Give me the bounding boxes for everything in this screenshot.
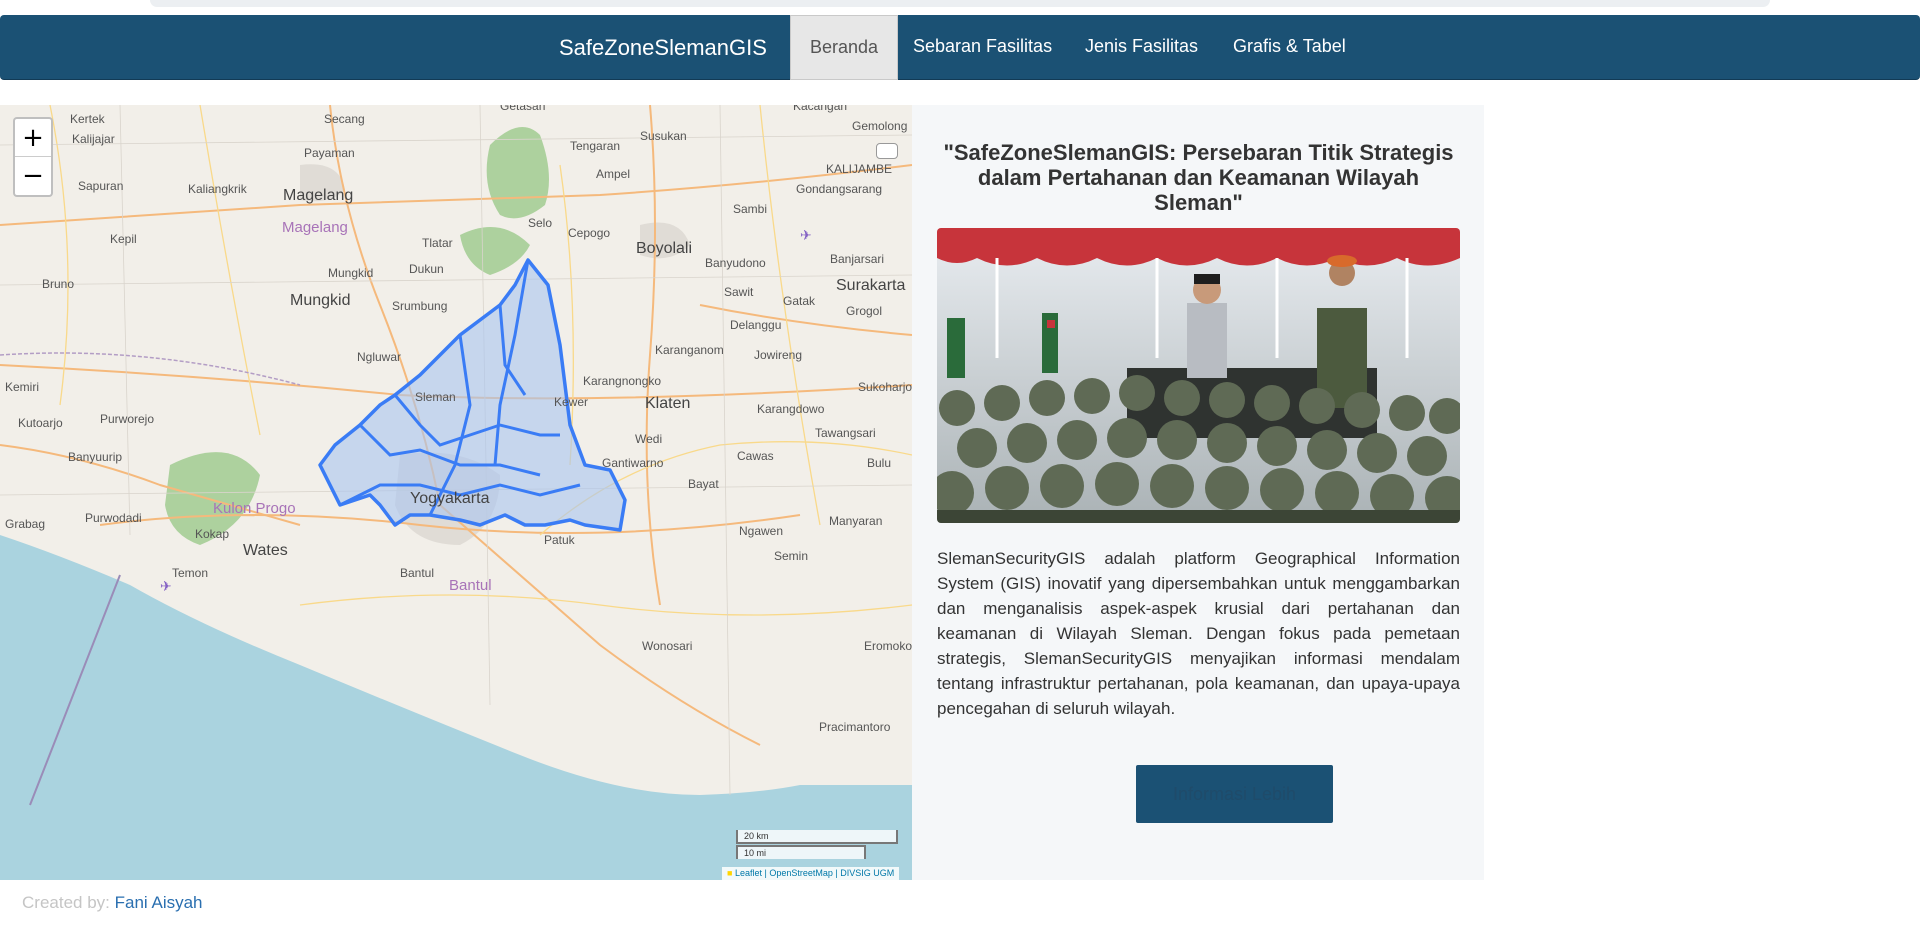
- panel-title: "SafeZoneSlemanGIS: Persebaran Titik Str…: [943, 140, 1454, 215]
- svg-text:Dukun: Dukun: [409, 262, 444, 276]
- svg-text:Wedi: Wedi: [635, 432, 662, 446]
- nav-item-beranda[interactable]: Beranda: [790, 15, 899, 80]
- svg-text:Banyudono: Banyudono: [705, 256, 766, 270]
- svg-text:Delanggu: Delanggu: [730, 318, 781, 332]
- svg-text:Tlatar: Tlatar: [422, 236, 453, 250]
- svg-text:Yogyakarta: Yogyakarta: [410, 490, 490, 507]
- svg-text:Wonosari: Wonosari: [642, 639, 692, 653]
- svg-text:Magelang: Magelang: [282, 219, 348, 236]
- svg-text:Boyolali: Boyolali: [636, 240, 692, 257]
- svg-text:Klaten: Klaten: [645, 395, 690, 412]
- svg-text:Semin: Semin: [774, 549, 808, 563]
- svg-text:Kalijajar: Kalijajar: [72, 132, 115, 146]
- svg-text:Ampel: Ampel: [596, 167, 630, 181]
- svg-text:Jowireng: Jowireng: [754, 348, 802, 362]
- svg-text:Karanganom: Karanganom: [655, 343, 724, 357]
- zoom-in-button[interactable]: +: [15, 119, 51, 157]
- svg-text:Grabag: Grabag: [5, 517, 45, 531]
- svg-text:✈: ✈: [160, 579, 172, 595]
- svg-text:Cawas: Cawas: [737, 449, 774, 463]
- footer-prefix: Created by:: [22, 893, 110, 912]
- svg-text:Karangdowo: Karangdowo: [757, 402, 825, 416]
- leaflet-link[interactable]: Leaflet: [735, 868, 762, 878]
- svg-text:Patuk: Patuk: [544, 533, 576, 547]
- svg-text:Selo: Selo: [528, 216, 552, 230]
- svg-text:Kacangan: Kacangan: [793, 105, 847, 113]
- svg-text:KALIJAMBE: KALIJAMBE: [826, 162, 892, 176]
- svg-text:Tawangsari: Tawangsari: [815, 426, 876, 440]
- svg-text:Grogol: Grogol: [846, 304, 882, 318]
- svg-text:Sukoharjo: Sukoharjo: [858, 380, 912, 394]
- svg-text:Gantiwarno: Gantiwarno: [602, 456, 664, 470]
- svg-text:Eromoko: Eromoko: [864, 639, 912, 653]
- svg-text:Bantul: Bantul: [400, 566, 434, 580]
- svg-text:Ngawen: Ngawen: [739, 524, 783, 538]
- layer-toggle-checkbox[interactable]: [876, 143, 898, 159]
- svg-text:✈: ✈: [800, 228, 812, 244]
- svg-text:Kaliangkrik: Kaliangkrik: [188, 182, 248, 196]
- info-panel: "SafeZoneSlemanGIS: Persebaran Titik Str…: [912, 105, 1484, 880]
- panel-description: SlemanSecurityGIS adalah platform Geogra…: [937, 549, 1460, 718]
- nav-item-grafis-tabel[interactable]: Grafis & Tabel: [1214, 15, 1365, 80]
- more-info-button[interactable]: Informasi Lebih: [1136, 765, 1333, 823]
- svg-text:Kewer: Kewer: [554, 395, 588, 409]
- svg-text:Purwodadi: Purwodadi: [85, 511, 142, 525]
- svg-text:Banjarsari: Banjarsari: [830, 252, 884, 266]
- scale-bar-km: 20 km: [736, 830, 898, 844]
- nav-item-jenis-fasilitas[interactable]: Jenis Fasilitas: [1066, 15, 1217, 80]
- svg-text:Bantul: Bantul: [449, 577, 492, 594]
- hero-photo: [937, 228, 1460, 523]
- svg-text:Kokap: Kokap: [195, 527, 229, 541]
- svg-text:Bayat: Bayat: [688, 477, 719, 491]
- svg-text:Karangnongko: Karangnongko: [583, 374, 661, 388]
- svg-text:Surakarta: Surakarta: [836, 277, 905, 294]
- svg-text:Mungkid: Mungkid: [328, 266, 373, 280]
- svg-text:Srumbung: Srumbung: [392, 299, 447, 313]
- svg-text:Cepogo: Cepogo: [568, 226, 610, 240]
- svg-text:Magelang: Magelang: [283, 187, 353, 204]
- svg-text:Kertek: Kertek: [70, 112, 106, 126]
- zoom-out-button[interactable]: −: [15, 157, 51, 195]
- svg-text:Ngluwar: Ngluwar: [357, 350, 401, 364]
- map-attribution: ■ Leaflet | OpenStreetMap | DIVSIG UGM: [722, 867, 900, 880]
- scale-bar-mi: 10 mi: [736, 845, 866, 859]
- svg-text:Kutoarjo: Kutoarjo: [18, 416, 63, 430]
- svg-text:Sleman: Sleman: [415, 390, 456, 404]
- svg-text:Secang: Secang: [324, 112, 365, 126]
- svg-text:Pracimantoro: Pracimantoro: [819, 720, 891, 734]
- map-tiles: ✈ ✈ Kertek Secang Getasan Kacangan Kalij…: [0, 105, 912, 880]
- svg-text:Kulon Progo: Kulon Progo: [213, 500, 296, 517]
- svg-text:Gatak: Gatak: [783, 294, 816, 308]
- ukraine-flag-icon: ■: [727, 868, 733, 878]
- svg-text:Payaman: Payaman: [304, 146, 355, 160]
- page-footer: Created by: Fani Aisyah: [22, 893, 203, 913]
- svg-text:Susukan: Susukan: [640, 129, 687, 143]
- svg-text:Tengaran: Tengaran: [570, 139, 620, 153]
- osm-link[interactable]: OpenStreetMap: [769, 868, 833, 878]
- zoom-control: + −: [13, 117, 53, 197]
- svg-text:Gemolong: Gemolong: [852, 119, 907, 133]
- browser-top-strip: [150, 0, 1770, 7]
- brand-logo-text[interactable]: SafeZoneSlemanGIS: [559, 15, 767, 80]
- svg-text:Temon: Temon: [172, 566, 208, 580]
- svg-text:Banyuurip: Banyuurip: [68, 450, 122, 464]
- svg-text:Getasan: Getasan: [500, 105, 545, 113]
- svg-text:Manyaran: Manyaran: [829, 514, 882, 528]
- svg-text:Bulu: Bulu: [867, 456, 891, 470]
- svg-text:Mungkid: Mungkid: [290, 292, 350, 309]
- divsig-link[interactable]: DIVSIG UGM: [840, 868, 894, 878]
- main-navbar: SafeZoneSlemanGIS Beranda Sebaran Fasili…: [0, 15, 1920, 80]
- svg-text:Wates: Wates: [243, 542, 288, 559]
- svg-text:Gondangsarang: Gondangsarang: [796, 182, 882, 196]
- svg-text:Sawit: Sawit: [724, 285, 754, 299]
- svg-text:Kepil: Kepil: [110, 232, 137, 246]
- svg-text:Bruno: Bruno: [42, 277, 74, 291]
- nav-item-sebaran-fasilitas[interactable]: Sebaran Fasilitas: [894, 15, 1071, 80]
- svg-text:Sambi: Sambi: [733, 202, 767, 216]
- leaflet-map[interactable]: ✈ ✈ Kertek Secang Getasan Kacangan Kalij…: [0, 105, 912, 880]
- svg-text:Purworejo: Purworejo: [100, 412, 154, 426]
- svg-text:Kemiri: Kemiri: [5, 380, 39, 394]
- svg-text:Sapuran: Sapuran: [78, 179, 123, 193]
- author-link[interactable]: Fani Aisyah: [115, 893, 203, 912]
